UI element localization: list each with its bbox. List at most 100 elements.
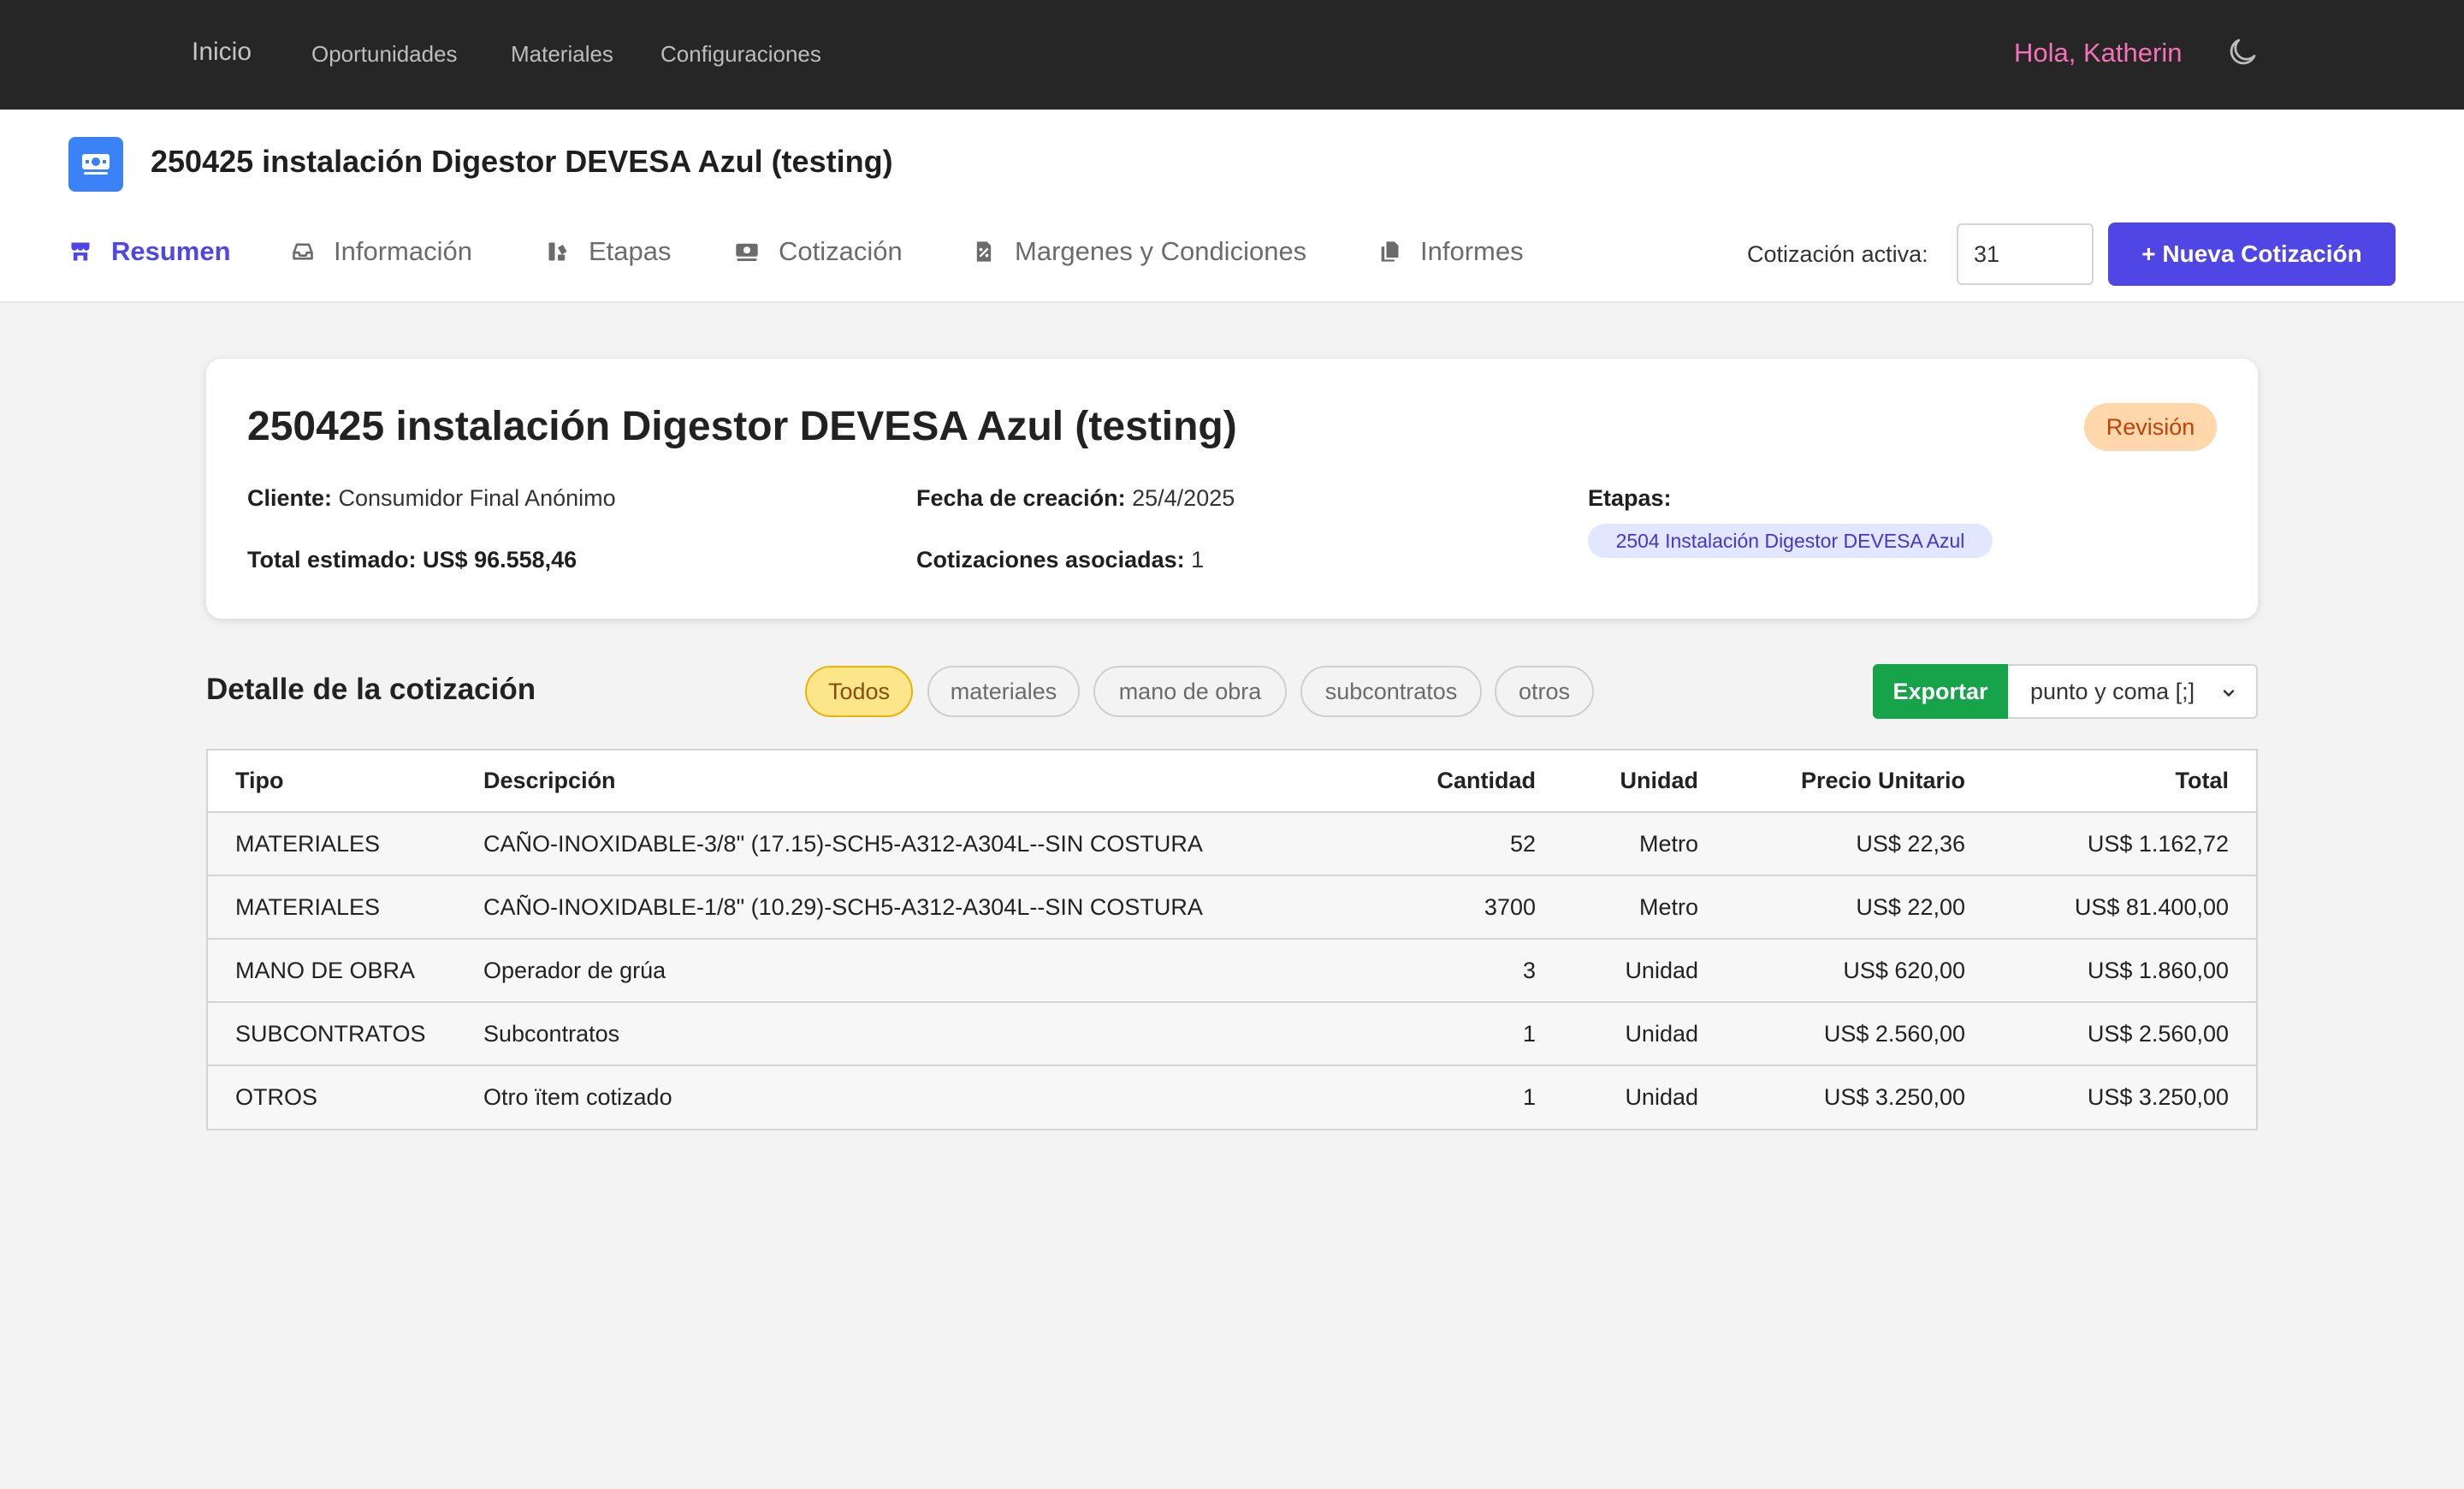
created-value: 25/4/2025 [1132,485,1235,511]
client-label: Cliente: [247,485,333,511]
summary-card: 250425 instalación Digestor DEVESA Azul … [206,359,2258,619]
col-header-descripcion: Descripción [483,750,1399,813]
quotes-info: Cotizaciones asociadas: 1 [916,547,1204,573]
tab-label: Información [334,236,472,266]
cell-cantidad: 3 [1399,939,1536,1003]
cell-unidad: Metro [1536,812,1698,876]
cell-descripcion: CAÑO-INOXIDABLE-1/8" (10.29)-SCH5-A312-A… [483,875,1399,940]
stage-pill[interactable]: 2504 Instalación Digestor DEVESA Azul [1588,524,1993,558]
stages-info: Etapas: [1588,485,1672,512]
user-greeting[interactable]: Hola, Katherin [2014,38,2182,68]
cell-total: US$ 81.400,00 [1965,875,2256,940]
cell-unidad: Metro [1536,875,1698,940]
tab-cotizacion[interactable]: Cotización [734,236,903,267]
chevron-down-icon [2223,690,2235,697]
detail-title: Detalle de la cotización [206,673,536,706]
cell-tipo: MATERIALES [208,875,483,940]
tab-resumen[interactable]: Resumen [68,236,231,267]
separator-value: punto y coma [;] [2030,678,2195,704]
money-icon [68,137,123,192]
money-icon [736,243,758,261]
tab-etapas[interactable]: Etapas [546,236,672,267]
tab-label: Etapas [589,236,672,266]
active-quote-label: Cotización activa: [1747,241,1928,267]
tab-informacion[interactable]: Información [291,236,472,267]
cell-cantidad: 52 [1399,812,1536,876]
cell-descripcion: Operador de grúa [483,939,1399,1003]
cell-precio-unitario: US$ 2.560,00 [1698,1002,1965,1066]
store-icon [71,242,90,261]
new-quote-button[interactable]: + Nueva Cotización [2108,222,2396,286]
cell-unidad: Unidad [1536,1002,1698,1066]
summary-title: 250425 instalación Digestor DEVESA Azul … [247,404,1237,449]
tab-label: Informes [1420,236,1524,266]
total-value: US$ 96.558,46 [423,547,578,572]
table-row: MANO DE OBRA Operador de grúa 3 Unidad U… [208,939,2256,1003]
separator-select[interactable]: punto y coma [;] [2008,664,2258,719]
cell-descripcion: CAÑO-INOXIDABLE-3/8" (17.15)-SCH5-A312-A… [483,812,1399,876]
table-header-row: Tipo Descripción Cantidad Unidad Precio … [208,750,2256,813]
cell-total: US$ 1.162,72 [1965,812,2256,876]
project-title: 250425 instalación Digestor DEVESA Azul … [151,144,893,179]
tab-label: Cotización [779,236,903,266]
tab-label: Margenes y Condiciones [1015,236,1307,266]
filter-chip-otros[interactable]: otros [1495,666,1594,717]
cell-tipo: SUBCONTRATOS [208,1002,483,1066]
col-header-tipo: Tipo [208,750,483,813]
client-info: Cliente: Consumidor Final Anónimo [247,485,616,512]
tab-label: Resumen [111,236,231,266]
filter-chip-materiales[interactable]: materiales [927,666,1080,717]
cell-precio-unitario: US$ 3.250,00 [1698,1065,1965,1129]
created-info: Fecha de creación: 25/4/2025 [916,485,1235,512]
total-info: Total estimado: US$ 96.558,46 [247,547,577,573]
quote-detail-table: Tipo Descripción Cantidad Unidad Precio … [206,749,2258,1130]
tab-margenes[interactable]: Margenes y Condiciones [972,236,1306,267]
cell-tipo: MATERIALES [208,812,483,876]
export-button[interactable]: Exportar [1873,664,2008,719]
nav-link-materiales[interactable]: Materiales [511,41,613,68]
nav-link-configuraciones[interactable]: Configuraciones [660,41,821,68]
cell-precio-unitario: US$ 22,36 [1698,812,1965,876]
cell-precio-unitario: US$ 22,00 [1698,875,1965,940]
filter-chip-mano-de-obra[interactable]: mano de obra [1093,666,1287,717]
file-icon [976,241,992,262]
cell-cantidad: 3700 [1399,875,1536,940]
tab-informes[interactable]: Informes [1377,236,1524,267]
created-label: Fecha de creación: [916,485,1126,511]
project-header: 250425 instalación Digestor DEVESA Azul … [0,110,2464,303]
cell-total: US$ 1.860,00 [1965,939,2256,1003]
cell-precio-unitario: US$ 620,00 [1698,939,1965,1003]
cell-tipo: MANO DE OBRA [208,939,483,1003]
total-label: Total estimado: [247,547,417,572]
filter-chip-todos[interactable]: Todos [805,666,913,717]
copy-icon [1381,241,1399,262]
active-quote-input[interactable] [1957,223,2094,285]
cell-total: US$ 2.560,00 [1965,1002,2256,1066]
cell-tipo: OTROS [208,1065,483,1129]
table-row: SUBCONTRATOS Subcontratos 1 Unidad US$ 2… [208,1002,2256,1066]
top-navbar: Inicio Oportunidades Materiales Configur… [0,0,2464,110]
col-header-precio-unitario: Precio Unitario [1698,750,1965,813]
stages-icon [548,242,567,261]
client-value: Consumidor Final Anónimo [338,485,616,511]
table-row: MATERIALES CAÑO-INOXIDABLE-3/8" (17.15)-… [208,812,2256,876]
inbox-icon [293,243,313,260]
table-row: OTROS Otro ïtem cotizado 1 Unidad US$ 3.… [208,1065,2256,1129]
cell-cantidad: 1 [1399,1065,1536,1129]
nav-link-oportunidades[interactable]: Oportunidades [311,41,458,68]
col-header-unidad: Unidad [1536,750,1698,813]
cell-unidad: Unidad [1536,1065,1698,1129]
cell-descripcion: Subcontratos [483,1002,1399,1066]
col-header-total: Total [1965,750,2256,813]
cell-unidad: Unidad [1536,939,1698,1003]
nav-home-link[interactable]: Inicio [192,38,252,67]
cell-total: US$ 3.250,00 [1965,1065,2256,1129]
filter-chip-subcontratos[interactable]: subcontratos [1300,666,1482,717]
cell-cantidad: 1 [1399,1002,1536,1066]
cell-descripcion: Otro ïtem cotizado [483,1065,1399,1129]
stages-label: Etapas: [1588,485,1672,511]
status-badge: Revisión [2084,403,2217,451]
moon-icon[interactable] [2224,34,2260,70]
quotes-value: 1 [1191,547,1205,572]
quotes-label: Cotizaciones asociadas: [916,547,1185,572]
